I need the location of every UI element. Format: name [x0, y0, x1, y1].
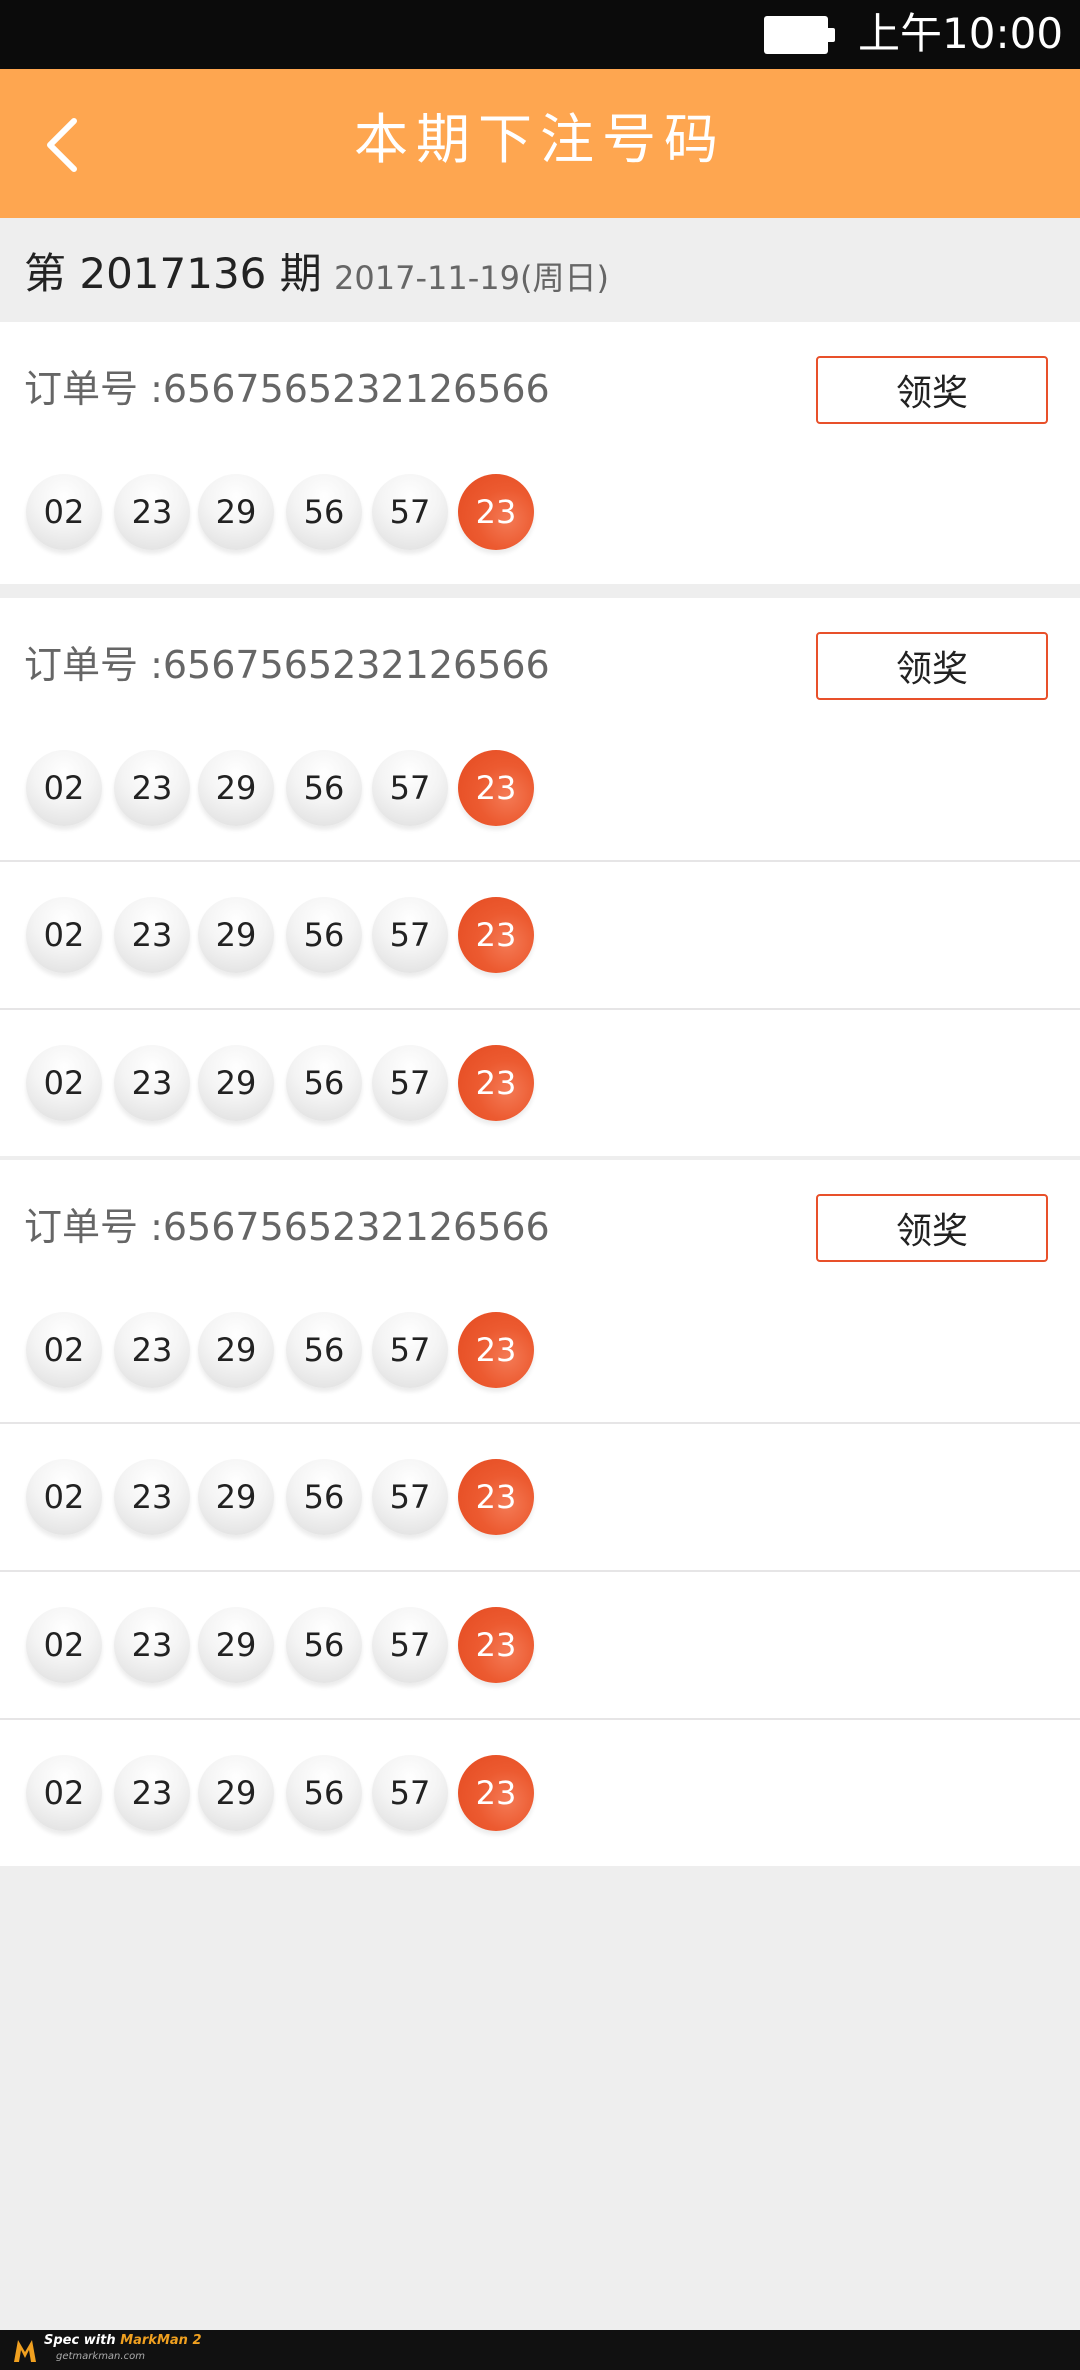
order-number: 订单号 :6567565232126566	[24, 1205, 550, 1249]
white-ball: 23	[114, 897, 190, 973]
white-ball: 56	[286, 897, 362, 973]
white-ball: 02	[26, 474, 102, 550]
red-ball: 23	[458, 474, 534, 550]
nav-bar: 本期下注号码	[0, 69, 1080, 218]
order-number: 订单号 :6567565232126566	[24, 643, 550, 687]
white-ball: 23	[114, 1755, 190, 1831]
status-bar: 上午10:00	[0, 0, 1080, 69]
white-ball: 56	[286, 1459, 362, 1535]
white-ball: 23	[114, 474, 190, 550]
white-ball: 29	[198, 474, 274, 550]
order-header: 订单号 :6567565232126566 领奖	[0, 322, 1080, 454]
white-ball: 56	[286, 1755, 362, 1831]
white-ball: 56	[286, 474, 362, 550]
white-ball: 57	[372, 750, 448, 826]
red-ball: 23	[458, 1607, 534, 1683]
bet-row: 02 23 29 56 57 23	[0, 730, 1080, 860]
red-ball: 23	[458, 750, 534, 826]
red-ball: 23	[458, 897, 534, 973]
bet-row: 02 23 29 56 57 23	[0, 1292, 1080, 1422]
bet-row: 02 23 29 56 57 23	[0, 1718, 1080, 1866]
order-header: 订单号 :6567565232126566 领奖	[0, 1160, 1080, 1292]
white-ball: 56	[286, 1607, 362, 1683]
red-ball: 23	[458, 1755, 534, 1831]
white-ball: 56	[286, 1312, 362, 1388]
red-ball: 23	[458, 1459, 534, 1535]
white-ball: 29	[198, 897, 274, 973]
white-ball: 57	[372, 1755, 448, 1831]
white-ball: 23	[114, 1607, 190, 1683]
claim-prize-button[interactable]: 领奖	[816, 1194, 1048, 1262]
white-ball: 57	[372, 1312, 448, 1388]
white-ball: 02	[26, 1755, 102, 1831]
white-ball: 23	[114, 1459, 190, 1535]
battery-full-icon	[764, 16, 835, 54]
markman-logo-icon	[14, 2340, 36, 2362]
white-ball: 23	[114, 750, 190, 826]
bet-row: 02 23 29 56 57 23	[0, 1570, 1080, 1718]
white-ball: 02	[26, 1607, 102, 1683]
bet-row: 02 23 29 56 57 23	[0, 454, 1080, 584]
white-ball: 56	[286, 750, 362, 826]
period-date: 2017-11-19(周日)	[334, 259, 609, 297]
page-title: 本期下注号码	[354, 108, 726, 171]
white-ball: 29	[198, 1755, 274, 1831]
red-ball: 23	[458, 1045, 534, 1121]
footer-text: Spec with MarkMan 2	[44, 2333, 202, 2348]
white-ball: 29	[198, 1045, 274, 1121]
white-ball: 29	[198, 750, 274, 826]
order-number: 订单号 :6567565232126566	[24, 367, 550, 411]
white-ball: 29	[198, 1312, 274, 1388]
order-card: 订单号 :6567565232126566 领奖 02 23 29 56 57 23 02 23 2…	[0, 598, 1080, 1156]
white-ball: 02	[26, 1045, 102, 1121]
claim-prize-button[interactable]: 领奖	[816, 356, 1048, 424]
white-ball: 02	[26, 897, 102, 973]
order-header: 订单号 :6567565232126566 领奖	[0, 598, 1080, 730]
white-ball: 57	[372, 474, 448, 550]
order-card: 订单号 :6567565232126566 领奖 02 23 29 56 57 23	[0, 322, 1080, 584]
white-ball: 23	[114, 1312, 190, 1388]
white-ball: 23	[114, 1045, 190, 1121]
white-ball: 02	[26, 750, 102, 826]
bet-row: 02 23 29 56 57 23	[0, 860, 1080, 1008]
white-ball: 57	[372, 1459, 448, 1535]
white-ball: 29	[198, 1459, 274, 1535]
markman-footer: Spec with MarkMan 2 getmarkman.com	[0, 2330, 1080, 2370]
white-ball: 56	[286, 1045, 362, 1121]
white-ball: 02	[26, 1459, 102, 1535]
period-header: 第 2017136 期 2017-11-19(周日)	[0, 218, 1080, 322]
white-ball: 57	[372, 1045, 448, 1121]
white-ball: 29	[198, 1607, 274, 1683]
white-ball: 57	[372, 897, 448, 973]
red-ball: 23	[458, 1312, 534, 1388]
white-ball: 57	[372, 1607, 448, 1683]
period-number: 第 2017136 期	[24, 249, 322, 298]
bet-row: 02 23 29 56 57 23	[0, 1422, 1080, 1570]
order-card: 订单号 :6567565232126566 领奖 02 23 29 56 57 23 02 23 2…	[0, 1160, 1080, 1866]
white-ball: 02	[26, 1312, 102, 1388]
footer-site: getmarkman.com	[56, 2351, 145, 2362]
bet-row: 02 23 29 56 57 23	[0, 1008, 1080, 1156]
status-time: 上午10:00	[858, 9, 1064, 58]
claim-prize-button[interactable]: 领奖	[816, 632, 1048, 700]
